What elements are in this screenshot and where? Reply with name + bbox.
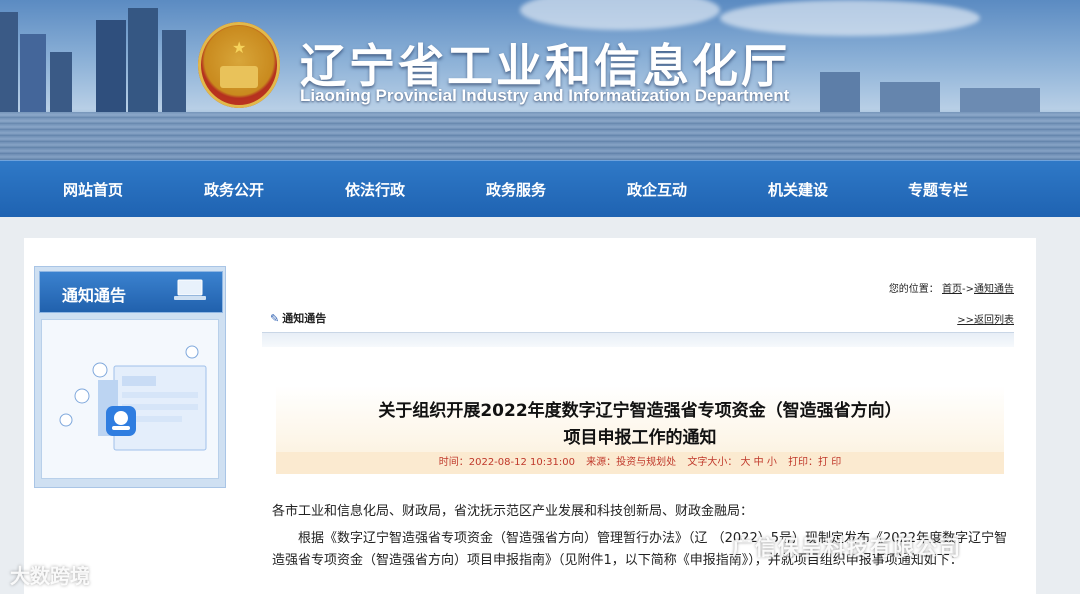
cloud-decoration [520,0,720,30]
font-size-control[interactable]: 文字大小： 大 中 小 [687,457,777,468]
star-icon: ★ [232,38,247,57]
breadcrumb: 您的位置： 首页->通知通告 [889,280,1014,295]
river-reflection [0,112,1080,160]
skyline-building [880,82,940,112]
section-divider [262,332,1014,347]
nav-item-gov-services[interactable]: 政务服务 [486,179,546,200]
article-salutation: 各市工业和信息化局、财政局，省沈抚示范区产业发展和科技创新局、财政金融局： [272,504,754,519]
article-source: 来源：投资与规划处 [586,457,677,468]
article-time: 时间：2022-08-12 10:31:00 [438,457,575,468]
breadcrumb-prefix: 您的位置： [888,284,939,295]
breadcrumb-home-link[interactable]: 首页 [942,284,962,295]
skyline-building [96,20,126,112]
skyline-building [20,34,46,112]
nav-item-agency-building[interactable]: 机关建设 [768,179,828,200]
digital-office-illustration [59,345,207,451]
section-title-text: 通知通告 [282,312,327,325]
nav-item-law-administration[interactable]: 依法行政 [345,179,405,200]
skyline-building [162,30,186,112]
skyline-building [50,52,72,112]
site-banner: ★ 辽宁省工业和信息化厅 Liaoning Provincial Industr… [0,0,1080,160]
main-nav: 网站首页 政务公开 依法行政 政务服务 政企互动 机关建设 专题专栏 [0,160,1080,217]
article-title-line1: 关于组织开展2022年度数字辽宁智造强省专项资金（智造强省方向） [378,401,902,421]
site-title-en: Liaoning Provincial Industry and Informa… [300,86,790,105]
sidebar-title: 通知通告 [62,286,127,305]
skyline-building [960,88,1040,112]
watermark-right: 广信保呈科技有限公司 [732,536,962,560]
nav-item-special-topics[interactable]: 专题专栏 [908,179,968,200]
laptop-icon [174,279,206,300]
nav-item-interaction[interactable]: 政企互动 [627,179,687,200]
skyline-building [0,12,18,112]
breadcrumb-current-link[interactable]: 通知通告 [974,284,1014,295]
sidebar: 通知通告 [34,266,226,488]
national-emblem-icon: ★ [198,22,280,108]
nav-item-gov-affairs-open[interactable]: 政务公开 [204,179,264,200]
watermark-left: 大数跨境 [10,564,90,588]
tiananmen-gate-icon [220,66,258,88]
article-title: 关于组织开展2022年度数字辽宁智造强省专项资金（智造强省方向） 项目申报工作的… [276,398,1004,452]
edit-icon: ✎ [270,312,280,325]
back-to-list-link[interactable]: >>返回列表 [957,311,1014,326]
skyline-building [820,72,860,112]
section-title: ✎ 通知通告 [270,310,326,326]
article-meta: 时间：2022-08-12 10:31:00 来源：投资与规划处 文字大小： 大… [276,452,1004,474]
print-control[interactable]: 打印：打 印 [788,457,841,468]
sidebar-illustration [41,319,219,479]
skyline-building [128,8,158,112]
article-title-line2: 项目申报工作的通知 [563,428,717,448]
sidebar-header[interactable]: 通知通告 [39,271,223,313]
nav-item-home[interactable]: 网站首页 [63,179,123,200]
breadcrumb-separator: -> [962,284,974,295]
